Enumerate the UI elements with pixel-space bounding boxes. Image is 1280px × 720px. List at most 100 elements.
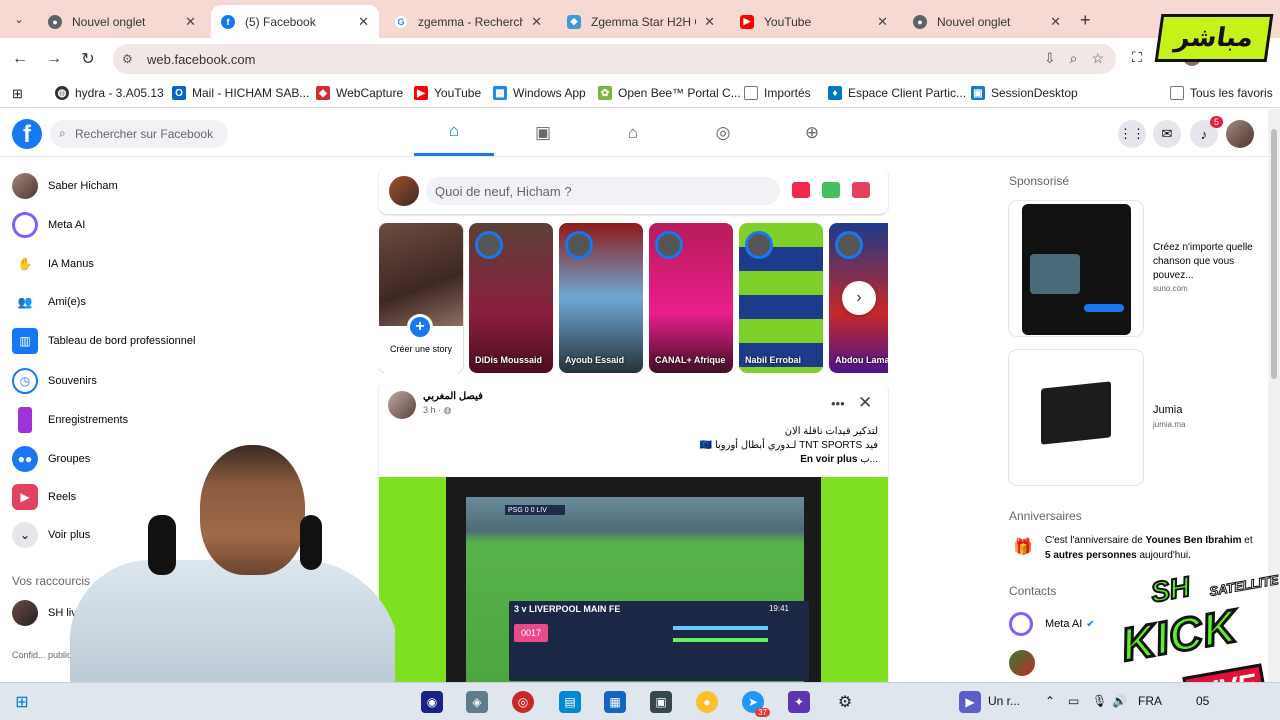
- tab-search-icon[interactable]: ⌄: [9, 9, 29, 29]
- bookmark-all[interactable]: Tous les favoris: [1170, 86, 1273, 100]
- avatar[interactable]: [388, 391, 416, 419]
- windows-start-icon[interactable]: ⊞: [11, 691, 33, 713]
- bookmark-espace-client[interactable]: ♦ Espace Client Partic...: [828, 86, 966, 100]
- volume-icon[interactable]: 🔊: [1112, 694, 1127, 708]
- app-icon[interactable]: ◈: [466, 691, 488, 713]
- new-tab-button[interactable]: +: [1080, 10, 1091, 31]
- media-icon[interactable]: ▶: [959, 691, 981, 713]
- bookmark-icon: [18, 407, 32, 433]
- story-card[interactable]: CANAL+ Afrique: [649, 223, 733, 373]
- clock[interactable]: 05: [1196, 694, 1209, 708]
- app-icon[interactable]: ▤: [559, 691, 581, 713]
- tab-nouvel-onglet-1[interactable]: ● Nouvel onglet ✕: [38, 5, 206, 38]
- bookmark-star-icon[interactable]: ☆: [1091, 50, 1104, 67]
- forward-icon[interactable]: →: [44, 49, 64, 69]
- reload-icon[interactable]: ↻: [78, 49, 98, 69]
- bookmark-mail[interactable]: O Mail - HICHAM SAB...: [172, 86, 309, 100]
- nav-gaming[interactable]: ⊕: [772, 109, 852, 156]
- nav-groups[interactable]: ◎: [683, 109, 763, 156]
- contact-item[interactable]: [1009, 650, 1035, 676]
- bookmark-sessiondesktop[interactable]: ▣ SessionDesktop: [971, 86, 1078, 100]
- sidebar-item-dashboard[interactable]: ▥ Tableau de bord professionnel: [12, 326, 195, 356]
- ad-image-jumia[interactable]: [1009, 350, 1143, 485]
- tab-zgemma-search[interactable]: G zgemma - Recherche ✕: [384, 5, 552, 38]
- close-icon[interactable]: ✕: [704, 14, 715, 30]
- close-icon[interactable]: ✕: [877, 14, 888, 30]
- post-author[interactable]: فيصل المغربي: [423, 391, 483, 402]
- facebook-search-input[interactable]: ⌕ Rechercher sur Facebook: [50, 120, 228, 148]
- ad-title[interactable]: Jumia: [1153, 403, 1182, 417]
- site-info-icon[interactable]: ⚙: [122, 52, 133, 66]
- ad-text[interactable]: Créez n'importe quelle chanson que vous …: [1153, 241, 1263, 283]
- app-icon[interactable]: ◉: [421, 691, 443, 713]
- notifications-button[interactable]: ♪ 5: [1190, 116, 1223, 148]
- bookmark-importes[interactable]: Importés: [744, 86, 811, 100]
- nav-marketplace[interactable]: ⌂: [593, 109, 673, 156]
- photo-icon[interactable]: [822, 182, 840, 198]
- composer-input[interactable]: Quoi de neuf, Hicham ?: [426, 177, 780, 205]
- calculator-icon[interactable]: ▦: [604, 691, 626, 713]
- facebook-logo[interactable]: f: [12, 119, 42, 149]
- chevron-up-icon[interactable]: ⌃: [1045, 694, 1055, 708]
- install-icon[interactable]: ⇩: [1044, 50, 1056, 67]
- app-icon[interactable]: ◎: [512, 691, 534, 713]
- sidebar-item-label: Tableau de bord professionnel: [48, 335, 196, 347]
- tab-zgemma-star[interactable]: ◆ Zgemma Star H2H Co ✕: [557, 5, 725, 38]
- story-card[interactable]: DiDis Moussaid: [469, 223, 553, 373]
- see-more-link[interactable]: En voir plus: [800, 454, 857, 465]
- bookmark-windows-app[interactable]: ▦ Windows App: [493, 86, 586, 100]
- input-language[interactable]: FRA: [1138, 694, 1162, 708]
- media-title[interactable]: Un r...: [988, 694, 1020, 708]
- tab-nouvel-onglet-2[interactable]: ● Nouvel onglet ✕: [903, 5, 1071, 38]
- address-bar[interactable]: ⚙ web.facebook.com ⇩ ⌕ ☆: [113, 44, 1116, 74]
- bookmark-openbee[interactable]: ✿ Open Bee™ Portal C...: [598, 86, 741, 100]
- messenger-button[interactable]: ✉: [1153, 120, 1181, 148]
- story-card[interactable]: Nabil Errobai: [739, 223, 823, 373]
- stories-next-button[interactable]: ›: [842, 281, 876, 315]
- bookmark-webcapture[interactable]: ◆ WebCapture: [316, 86, 403, 100]
- close-icon[interactable]: ✕: [185, 14, 196, 30]
- tab-youtube[interactable]: ▶ YouTube ✕: [730, 5, 898, 38]
- ad-image-suno[interactable]: [1009, 201, 1143, 336]
- reel-icon[interactable]: [852, 182, 870, 198]
- meta-ai-icon: [12, 212, 38, 238]
- network-icon[interactable]: ▭: [1068, 694, 1079, 708]
- nav-home[interactable]: ⌂: [414, 109, 494, 156]
- telegram-icon[interactable]: ➤ 37: [742, 691, 770, 717]
- app-icon[interactable]: ✦: [788, 691, 810, 713]
- sidebar-item-ia-manus[interactable]: ✋ IA Manus: [12, 249, 94, 279]
- scrollbar-thumb[interactable]: [1271, 129, 1277, 379]
- chrome-icon[interactable]: ●: [696, 691, 718, 713]
- settings-gear-icon[interactable]: ⚙: [834, 691, 856, 713]
- account-avatar[interactable]: [1226, 120, 1254, 148]
- microphone-icon[interactable]: 🎙: [1092, 694, 1107, 708]
- post-image[interactable]: PSG 0 0 LIV 3 v LIVERPOOL MAIN FE 19:41 …: [379, 477, 888, 682]
- zoom-icon[interactable]: ⌕: [1070, 50, 1078, 67]
- close-icon[interactable]: ✕: [531, 14, 542, 30]
- youtube-icon: ▶: [740, 14, 754, 29]
- close-icon[interactable]: ✕: [858, 393, 872, 413]
- close-icon[interactable]: ✕: [1050, 14, 1061, 30]
- bookmark-label: SessionDesktop: [991, 86, 1078, 100]
- sidebar-item-friends[interactable]: 👥 Ami(e)s: [12, 287, 86, 317]
- apps-icon[interactable]: ⊞: [12, 86, 23, 102]
- story-card[interactable]: Ayoub Essaid: [559, 223, 643, 373]
- more-options-icon[interactable]: •••: [831, 396, 845, 411]
- menu-button[interactable]: ⋮⋮: [1118, 120, 1146, 148]
- sidebar-item-profile[interactable]: Saber Hicham: [12, 171, 118, 201]
- nav-video[interactable]: ▣: [503, 109, 583, 156]
- close-icon[interactable]: ✕: [358, 14, 369, 30]
- post-time[interactable]: 3 h · ◍: [423, 405, 451, 416]
- extension-icon[interactable]: ⛶: [1132, 49, 1142, 66]
- create-story-card[interactable]: + Créer une story: [379, 223, 463, 373]
- live-video-icon[interactable]: [792, 182, 810, 198]
- bookmark-hydra[interactable]: ◍ hydra - 3.A05.13: [55, 86, 164, 100]
- bookmark-youtube[interactable]: ▶ YouTube: [414, 86, 481, 100]
- sidebar-item-memories[interactable]: ◷ Souvenirs: [12, 366, 97, 396]
- sidebar-item-saved[interactable]: Enregistrements: [12, 405, 128, 435]
- app-icon[interactable]: ▣: [650, 691, 672, 713]
- contact-meta-ai[interactable]: Meta AI ✔: [1009, 612, 1095, 636]
- back-icon[interactable]: ←: [10, 49, 30, 69]
- tab-facebook[interactable]: f (5) Facebook ✕: [211, 5, 379, 38]
- sidebar-item-meta-ai[interactable]: Meta AI: [12, 210, 85, 240]
